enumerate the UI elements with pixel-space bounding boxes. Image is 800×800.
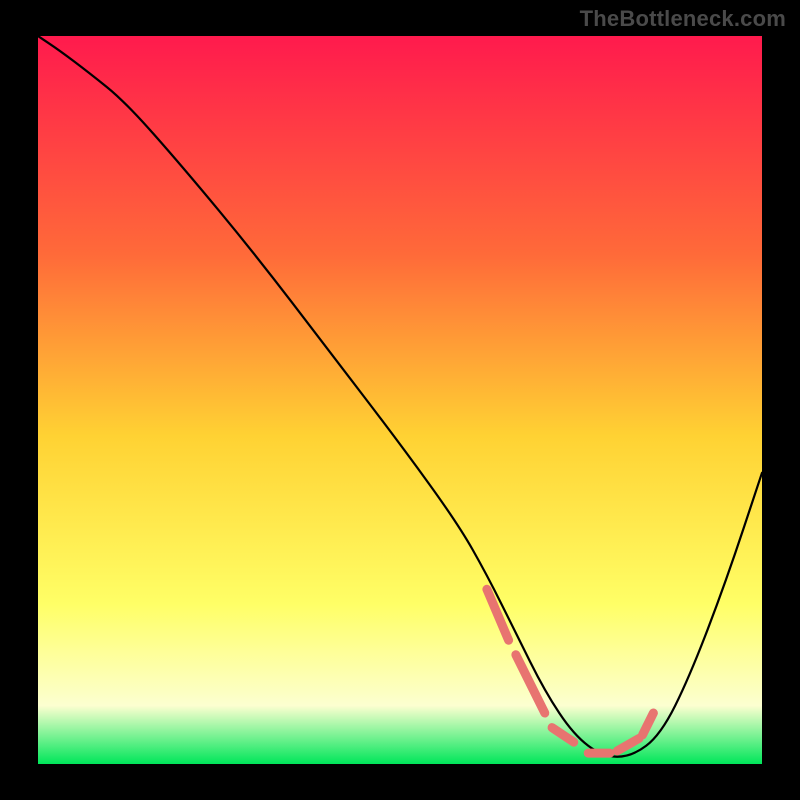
- watermark-text: TheBottleneck.com: [580, 6, 786, 32]
- gradient-background: [38, 36, 762, 764]
- plot-area: [38, 36, 762, 764]
- chart-container: TheBottleneck.com: [0, 0, 800, 800]
- bottleneck-chart: [38, 36, 762, 764]
